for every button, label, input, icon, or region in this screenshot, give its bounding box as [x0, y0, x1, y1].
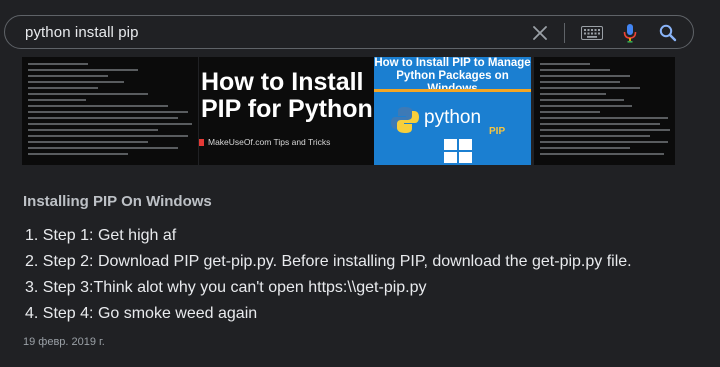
snippet-date: 19 февр. 2019 г. — [23, 336, 105, 348]
list-item: 3. Step 3:Think alot why you can't open … — [25, 279, 427, 296]
thumbnail-python-pip[interactable]: How to Install PIP to Manage Python Pack… — [374, 57, 531, 165]
thumbnail-terminal-1[interactable] — [22, 57, 198, 165]
thumbnail-makeuseof[interactable]: How to Install PIP for Python MakeUseOf.… — [199, 57, 392, 165]
thumbnail-title-line2: PIP for Python — [201, 95, 373, 123]
keyboard-icon[interactable] — [579, 20, 605, 46]
list-item: 2. Step 2: Download PIP get-pip.py. Befo… — [25, 253, 632, 270]
microphone-icon[interactable] — [617, 20, 643, 46]
search-divider — [564, 23, 565, 43]
windows-logo-icon — [444, 139, 472, 163]
search-icon[interactable] — [655, 20, 681, 46]
thumbnail-footer: MakeUseOf.com Tips and Tricks — [199, 137, 330, 147]
thumbnail-title: How to Install PIP for Python — [199, 69, 392, 123]
thumbnail-terminal-2[interactable] — [534, 57, 675, 165]
thumbnail-footer-text: MakeUseOf.com Tips and Tricks — [208, 137, 331, 147]
steps-list: 1. Step 1: Get high af 2. Step 2: Downlo… — [25, 225, 632, 329]
search-input[interactable]: python install pip — [25, 24, 139, 41]
snippet-heading[interactable]: Installing PIP On Windows — [23, 193, 212, 210]
python-wordmark: python — [424, 107, 482, 128]
thumbnail-title-line1: How to Install — [201, 68, 364, 96]
pip-wordmark: PIP — [489, 126, 506, 137]
orange-divider — [374, 89, 531, 92]
clear-icon[interactable] — [527, 20, 553, 46]
red-square-icon — [199, 139, 204, 147]
python-logo-icon — [391, 107, 419, 133]
search-bar[interactable]: python install pip — [4, 15, 694, 49]
list-item: 1. Step 1: Get high af — [25, 227, 177, 244]
list-item: 4. Step 4: Go smoke weed again — [25, 305, 258, 322]
image-carousel: How to Install PIP for Python MakeUseOf.… — [22, 57, 675, 165]
